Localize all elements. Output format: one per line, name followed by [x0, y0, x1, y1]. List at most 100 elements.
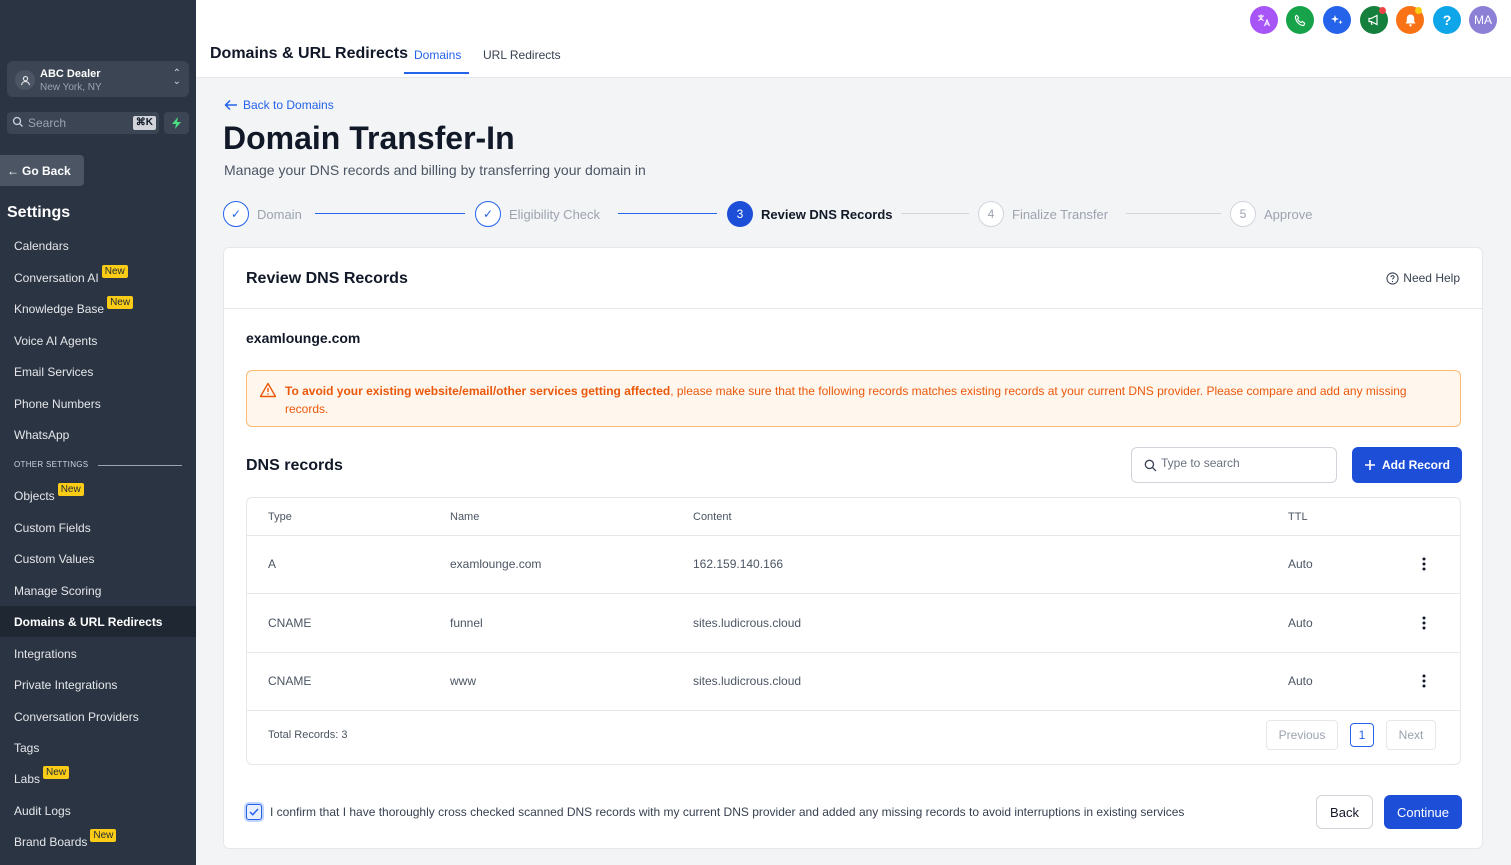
- more-vertical-icon[interactable]: [1417, 673, 1431, 689]
- cell-content: sites.ludicrous.cloud: [693, 674, 802, 688]
- add-record-label: Add Record: [1381, 458, 1450, 472]
- sidebar-item-label: Calendars: [14, 238, 69, 253]
- pagination-page[interactable]: 1: [1350, 723, 1374, 747]
- pagination-previous[interactable]: Previous: [1266, 720, 1338, 750]
- check-icon: ✓: [223, 201, 249, 227]
- go-back-button[interactable]: ← Go Back: [0, 155, 84, 186]
- cell-ttl: Auto: [1288, 557, 1313, 571]
- new-badge: New: [101, 265, 128, 278]
- sidebar-item-objects[interactable]: Objects New: [0, 480, 196, 511]
- step-eligibility-check: ✓ Eligibility Check: [475, 201, 600, 227]
- total-records: Total Records: 3: [268, 729, 348, 741]
- sidebar-item-phone-numbers[interactable]: Phone Numbers: [0, 388, 196, 419]
- sidebar-item-integrations[interactable]: Integrations: [0, 638, 196, 669]
- cell-name: funnel: [450, 616, 483, 630]
- sidebar-item-label: Voice AI Agents: [14, 333, 98, 348]
- bolt-icon: [171, 117, 181, 129]
- table-row: CNAME www sites.ludicrous.cloud Auto: [247, 653, 1460, 711]
- dns-search-input[interactable]: [1161, 456, 1331, 470]
- megaphone-icon: [1368, 14, 1378, 26]
- sparkles-icon: [1331, 15, 1343, 25]
- sidebar-item-label: Integrations: [14, 646, 77, 661]
- back-button[interactable]: Back: [1316, 795, 1373, 829]
- sidebar-item-tags[interactable]: Tags: [0, 732, 196, 763]
- sidebar-item-labs[interactable]: Labs New: [0, 763, 196, 794]
- step-connector: [1126, 213, 1221, 214]
- sidebar-item-calendars[interactable]: Calendars: [0, 230, 196, 261]
- notifications-button[interactable]: [1396, 6, 1424, 34]
- cell-name: www: [450, 674, 476, 688]
- more-vertical-icon[interactable]: [1417, 615, 1431, 631]
- sidebar-item-whatsapp[interactable]: WhatsApp: [0, 419, 196, 450]
- dns-search[interactable]: [1131, 447, 1337, 483]
- account-switcher[interactable]: ABC Dealer New York, NY ⌃ ⌄: [7, 61, 189, 97]
- sidebar-item-label: Domains & URL Redirects: [14, 614, 163, 629]
- topbar: Domains & URL Redirects Domains URL Redi…: [196, 0, 1511, 78]
- add-record-button[interactable]: Add Record: [1352, 447, 1462, 483]
- sidebar-item-label: Conversation Providers: [14, 709, 139, 724]
- sidebar-item-custom-values[interactable]: Custom Values: [0, 543, 196, 574]
- go-back-label: Go Back: [22, 163, 71, 178]
- cell-content: sites.ludicrous.cloud: [693, 616, 802, 630]
- confirm-label: I confirm that I have thoroughly cross c…: [270, 805, 1185, 819]
- step-connector: [618, 213, 717, 214]
- settings-title: Settings: [7, 204, 71, 221]
- announcements-button[interactable]: [1360, 6, 1388, 34]
- card-header: Review DNS Records Need Help: [224, 248, 1482, 309]
- tab-domains[interactable]: Domains: [414, 48, 461, 62]
- quick-action-button[interactable]: [164, 112, 189, 134]
- back-to-domains-link[interactable]: Back to Domains: [224, 98, 334, 112]
- notification-dot: [1379, 7, 1386, 14]
- help-button[interactable]: ?: [1433, 6, 1461, 34]
- sidebar-search[interactable]: Search ⌘K: [7, 112, 159, 134]
- more-vertical-icon[interactable]: [1417, 556, 1431, 572]
- new-badge: New: [57, 483, 84, 496]
- step-connector: [315, 213, 465, 214]
- sidebar-item-domains[interactable]: Domains & URL Redirects: [0, 606, 196, 637]
- notification-dot: [1415, 7, 1422, 14]
- phone-icon: [1294, 14, 1305, 26]
- sidebar-item-manage-scoring[interactable]: Manage Scoring: [0, 575, 196, 606]
- sidebar-item-label: Objects: [14, 488, 55, 503]
- column-header-name: Name: [450, 511, 480, 523]
- ai-assistant-button[interactable]: [1323, 6, 1351, 34]
- sidebar-item-brand-boards[interactable]: Brand Boards New: [0, 826, 196, 857]
- sidebar-item-audit-logs[interactable]: Audit Logs: [0, 795, 196, 826]
- step-number: 5: [1230, 201, 1256, 227]
- sidebar-item-email-services[interactable]: Email Services: [0, 356, 196, 387]
- table-row: CNAME funnel sites.ludicrous.cloud Auto: [247, 595, 1460, 653]
- column-header-type: Type: [268, 511, 292, 523]
- step-number: 4: [978, 201, 1004, 227]
- cell-content: 162.159.140.166: [693, 557, 784, 571]
- translate-button[interactable]: [1250, 6, 1278, 34]
- chevron-updown-icon: ⌃ ⌄: [172, 68, 181, 87]
- cell-ttl: Auto: [1288, 616, 1313, 630]
- warning-alert: To avoid your existing website/email/oth…: [246, 370, 1461, 427]
- cell-type: CNAME: [268, 674, 312, 688]
- sidebar-item-voice-ai-agents[interactable]: Voice AI Agents: [0, 325, 196, 356]
- account-name: ABC Dealer: [40, 68, 101, 80]
- search-shortcut: ⌘K: [132, 116, 156, 130]
- step-finalize-transfer: 4 Finalize Transfer: [978, 201, 1108, 227]
- sidebar-item-private-integrations[interactable]: Private Integrations: [0, 669, 196, 700]
- bell-icon: [1405, 14, 1415, 27]
- step-label: Approve: [1264, 206, 1313, 222]
- step-label: Eligibility Check: [509, 206, 601, 222]
- phone-button[interactable]: [1286, 6, 1314, 34]
- sidebar-item-custom-fields[interactable]: Custom Fields: [0, 512, 196, 543]
- need-help-link[interactable]: Need Help: [1386, 271, 1460, 285]
- account-location: New York, NY: [40, 82, 102, 93]
- active-tab-indicator: [404, 72, 469, 74]
- sidebar-item-conversation-ai[interactable]: Conversation AI New: [0, 262, 196, 293]
- avatar[interactable]: MA: [1469, 6, 1497, 34]
- sidebar-item-conversation-providers[interactable]: Conversation Providers: [0, 701, 196, 732]
- continue-button[interactable]: Continue: [1384, 795, 1462, 829]
- pagination-next[interactable]: Next: [1386, 720, 1436, 750]
- confirm-checkbox[interactable]: [246, 804, 262, 820]
- arrow-left-icon: [224, 99, 237, 111]
- sidebar-item-label: Audit Logs: [14, 803, 71, 818]
- search-icon: [12, 116, 23, 127]
- tab-url-redirects[interactable]: URL Redirects: [483, 48, 561, 62]
- search-icon: [1144, 459, 1157, 472]
- sidebar-item-knowledge-base[interactable]: Knowledge Base New: [0, 293, 196, 324]
